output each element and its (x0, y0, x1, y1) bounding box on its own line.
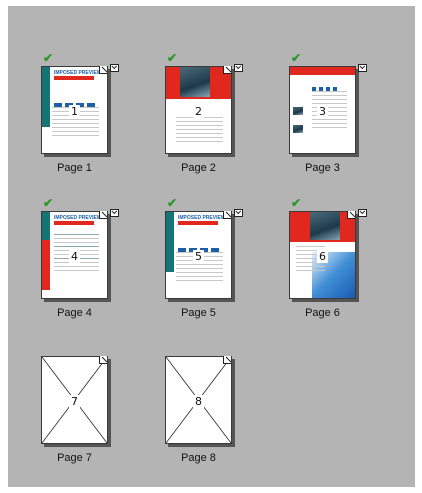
page-art: IMPOSED PREVIEW (42, 212, 107, 272)
page-thumbnail[interactable]: 8 (165, 356, 232, 444)
page-thumbnail[interactable]: IMPOSED PREVIEW 5 (165, 211, 232, 299)
page-art: IMPOSED PREVIEW (166, 212, 231, 272)
page-cell-7[interactable]: 7 Page 7 (41, 348, 141, 488)
page-art: IMPOSED PREVIEW (42, 67, 107, 127)
check-icon: ✔ (291, 51, 302, 65)
page-number: 4 (69, 250, 80, 263)
check-icon: ✔ (167, 51, 178, 65)
check-icon: ✔ (43, 196, 54, 210)
mail-icon[interactable] (358, 64, 367, 72)
page-thumbnail[interactable]: 6 (289, 211, 356, 299)
corner-icon[interactable] (223, 356, 231, 364)
page-number: 7 (69, 395, 80, 408)
page-number: 8 (193, 395, 204, 408)
page-thumbnail[interactable]: IMPOSED PREVIEW 1 (41, 66, 108, 154)
page-cell-2[interactable]: ✔ 2 Page 2 (165, 52, 265, 198)
check-icon: ✔ (291, 196, 302, 210)
page-cell-6[interactable]: ✔ 6 Page 6 (289, 197, 389, 343)
page-cell-8[interactable]: 8 Page 8 (165, 348, 265, 488)
page-thumbnail[interactable]: 2 (165, 66, 232, 154)
corner-icon[interactable] (99, 211, 107, 219)
page-number: 3 (317, 105, 328, 118)
page-label: Page 7 (57, 452, 92, 464)
corner-icon[interactable] (99, 356, 107, 364)
page-label: Page 5 (181, 307, 216, 319)
check-icon: ✔ (167, 196, 178, 210)
corner-icon[interactable] (99, 66, 107, 74)
page-number: 6 (317, 250, 328, 263)
page-label: Page 6 (305, 307, 340, 319)
corner-icon[interactable] (347, 211, 355, 219)
mail-icon[interactable] (234, 64, 243, 72)
page-thumbnail[interactable]: 7 (41, 356, 108, 444)
page-thumbnail[interactable]: IMPOSED PREVIEW 4 (41, 211, 108, 299)
mail-icon[interactable] (234, 209, 243, 217)
page-cell-1[interactable]: ✔ IMPOSED PREVIEW 1 Page 1 (41, 52, 141, 198)
check-icon: ✔ (43, 51, 54, 65)
page-label: Page 1 (57, 162, 92, 174)
page-label: Page 4 (57, 307, 92, 319)
page-art (290, 67, 355, 75)
mail-icon[interactable] (110, 64, 119, 72)
mail-icon[interactable] (110, 209, 119, 217)
page-thumbnail[interactable]: 3 (289, 66, 356, 154)
page-thumbnail-panel: ✔ IMPOSED PREVIEW 1 Page 1 ✔ 2 Page 2 ✔ … (8, 6, 415, 487)
corner-icon[interactable] (223, 66, 231, 74)
page-label: Page 2 (181, 162, 216, 174)
mail-icon[interactable] (358, 209, 367, 217)
page-number: 5 (193, 250, 204, 263)
page-number: 2 (193, 105, 204, 118)
page-label: Page 3 (305, 162, 340, 174)
page-cell-5[interactable]: ✔ IMPOSED PREVIEW 5 Page 5 (165, 197, 265, 343)
page-label: Page 8 (181, 452, 216, 464)
page-number: 1 (69, 105, 80, 118)
page-cell-3[interactable]: ✔ 3 Page 3 (289, 52, 389, 198)
corner-icon[interactable] (223, 211, 231, 219)
page-cell-4[interactable]: ✔ IMPOSED PREVIEW 4 Page 4 (41, 197, 141, 343)
